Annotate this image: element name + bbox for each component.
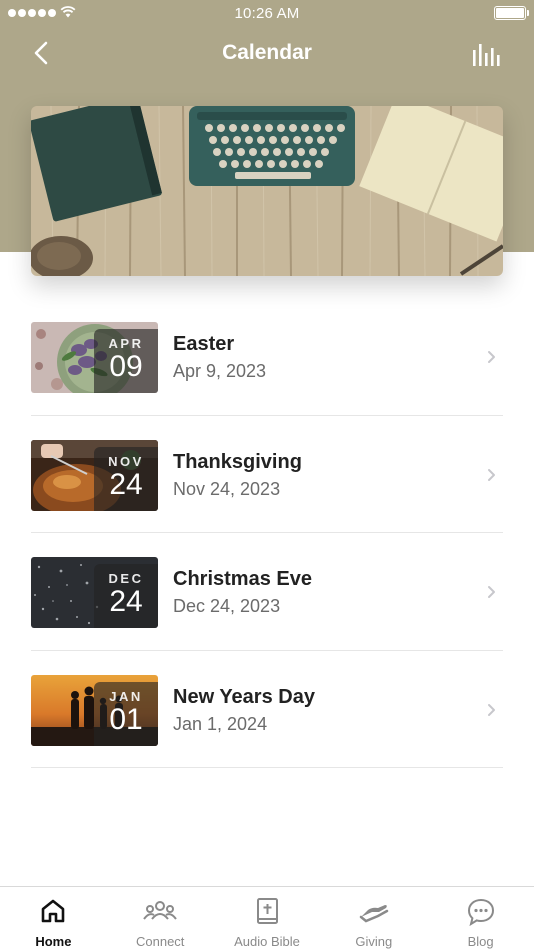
date-badge: NOV 24	[94, 446, 158, 511]
tab-label: Giving	[355, 934, 393, 949]
tab-label: Home	[35, 934, 72, 949]
event-thumbnail: JAN 01	[31, 674, 158, 746]
page-title: Calendar	[222, 41, 312, 64]
event-thumbnail: APR 09	[31, 322, 158, 393]
tab-label: Audio Bible	[234, 934, 300, 949]
event-row-new-years-day[interactable]: JAN 01 New Years Day Jan 1, 2024	[31, 651, 503, 768]
chevron-right-icon	[488, 468, 495, 481]
tab-label: Connect	[135, 934, 185, 949]
event-title: Thanksgiving	[173, 450, 302, 473]
tab-connect[interactable]: Connect	[107, 887, 214, 950]
event-date: Apr 9, 2023	[173, 361, 267, 381]
chevron-right-icon	[488, 586, 495, 598]
badge-day: 24	[109, 467, 143, 501]
event-row-easter[interactable]: APR 09 Easter Apr 9, 2023	[31, 298, 503, 416]
giving-hand-icon	[359, 905, 389, 923]
event-row-christmas-eve[interactable]: DEC 24 Christmas Eve Dec 24, 2023	[31, 533, 503, 651]
nav-bar: Calendar	[0, 28, 534, 80]
chevron-right-icon	[488, 351, 495, 363]
badge-day: 01	[109, 702, 143, 736]
tab-audio-bible[interactable]: Audio Bible	[214, 887, 321, 950]
tab-blog[interactable]: Blog	[427, 887, 534, 950]
badge-day: 09	[109, 350, 143, 383]
event-thumbnail: NOV 24	[31, 439, 158, 511]
event-row-thanksgiving[interactable]: NOV 24 Thanksgiving Nov 24, 2023	[31, 416, 503, 533]
event-title: Christmas Eve	[173, 568, 312, 590]
date-badge: APR 09	[94, 329, 158, 393]
badge-day: 24	[109, 585, 143, 618]
tab-label: Blog	[467, 934, 494, 949]
event-date: Nov 24, 2023	[173, 478, 281, 499]
badge-month: NOV	[108, 453, 144, 469]
tab-giving[interactable]: Giving	[320, 887, 427, 950]
event-date: Jan 1, 2024	[173, 713, 268, 734]
status-bar: 10:26 AM	[0, 0, 534, 28]
event-title: Easter	[173, 333, 235, 355]
badge-month: DEC	[108, 571, 144, 586]
badge-month: JAN	[109, 688, 143, 704]
event-title: New Years Day	[173, 685, 315, 708]
tab-bar: Home Connect Audio Bible Giving Blog	[0, 886, 534, 950]
event-list: APR 09 Easter Apr 9, 2023 NOV 24 Thanksg…	[31, 298, 503, 768]
hero-image	[31, 106, 503, 276]
battery-icon	[494, 6, 529, 20]
bible-icon	[256, 898, 278, 924]
badge-month: APR	[108, 336, 144, 351]
clock: 10:26 AM	[234, 5, 300, 22]
date-badge: JAN 01	[94, 681, 158, 746]
audio-bars-icon[interactable]	[470, 40, 504, 68]
chat-bubble-icon	[467, 898, 494, 927]
event-thumbnail: DEC 24	[31, 557, 158, 628]
tab-home[interactable]: Home	[0, 887, 107, 950]
chevron-right-icon	[488, 703, 495, 716]
date-badge: DEC 24	[94, 564, 158, 628]
home-icon	[42, 899, 65, 923]
event-date: Dec 24, 2023	[173, 596, 281, 616]
people-icon	[143, 901, 178, 920]
